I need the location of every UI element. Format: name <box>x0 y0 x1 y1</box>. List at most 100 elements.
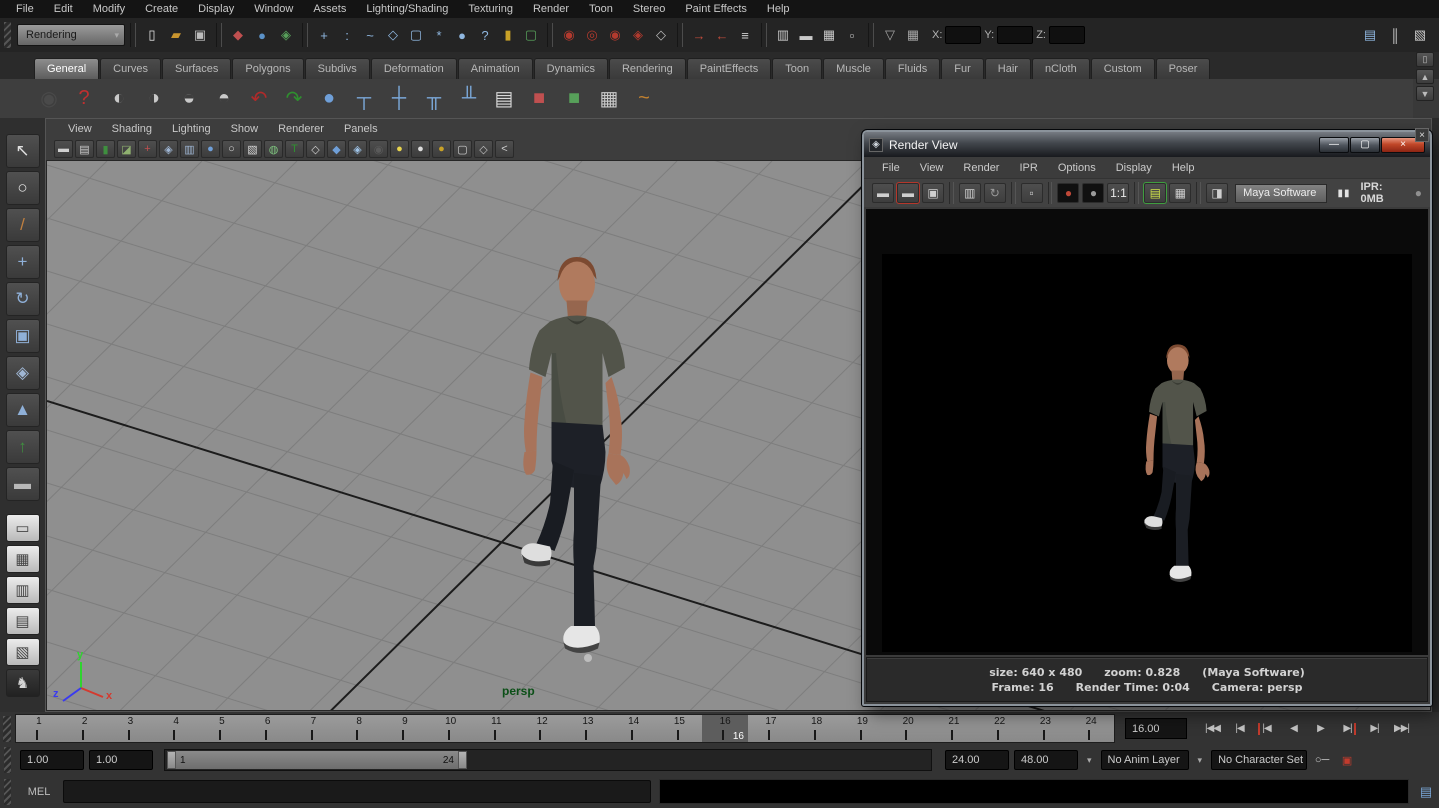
paint-select-tool[interactable]: / <box>6 208 40 242</box>
image-plane-icon[interactable]: ◪ <box>117 140 136 158</box>
render-view-menu-item[interactable]: View <box>910 162 954 174</box>
z-field[interactable] <box>1049 26 1085 44</box>
timeline-frame[interactable]: 16 16 <box>702 715 748 742</box>
selection-arrow-icon[interactable]: ▽ <box>879 24 901 46</box>
xray-icon[interactable]: ◇ <box>474 140 493 158</box>
play-forward-button[interactable]: ▶ <box>1309 719 1332 739</box>
shelf-tab[interactable]: Subdivs <box>305 58 370 79</box>
isolate-select-icon[interactable]: ▢ <box>453 140 472 158</box>
timeline-frame[interactable]: 2 2 <box>62 715 108 742</box>
drag-grip[interactable] <box>4 779 11 805</box>
ratio-1-1-icon[interactable]: 1:1 <box>1107 183 1129 203</box>
shelf-tab[interactable]: Hair <box>985 58 1031 79</box>
group-separator[interactable] <box>761 23 767 47</box>
menu-item[interactable]: Toon <box>579 3 623 15</box>
ipr-render-icon[interactable]: ▥ <box>959 183 981 203</box>
render-view-menu-item[interactable]: Options <box>1048 162 1106 174</box>
combine-mesh-icon[interactable]: ▦ <box>594 84 624 114</box>
timeline-frame[interactable]: 21 21 <box>931 715 977 742</box>
cube-outline-icon[interactable]: ◇ <box>306 140 325 158</box>
camera-attributes-icon[interactable]: ▤ <box>75 140 94 158</box>
frame-ruler[interactable]: 1 1 2 2 3 3 4 4 5 5 6 6 <box>15 714 1115 743</box>
playback-end-field[interactable]: 24.00 <box>945 750 1009 770</box>
timeline-frame[interactable]: 17 17 <box>748 715 794 742</box>
timeline-frame[interactable]: 15 15 <box>657 715 703 742</box>
viewport-menu-item[interactable]: Lighting <box>162 123 221 135</box>
snap-to-point-icon[interactable]: ◉ <box>604 24 626 46</box>
undo-icon[interactable]: ↶ <box>244 84 274 114</box>
shaded-sphere-icon[interactable]: ● <box>201 140 220 158</box>
show-manipulator-tool[interactable]: ↑ <box>6 430 40 464</box>
select-rendering-icon[interactable]: ● <box>451 24 473 46</box>
resolution-gate-icon[interactable]: ○ <box>222 140 241 158</box>
render-frame-icon[interactable]: ▬ <box>872 183 894 203</box>
light-all-icon[interactable]: ● <box>390 140 409 158</box>
camera-dolly-icon[interactable]: ◓ <box>209 84 239 114</box>
animation-end-field[interactable]: 48.00 <box>1014 750 1078 770</box>
y-field[interactable] <box>997 26 1033 44</box>
ipr-render-icon[interactable]: ▦ <box>818 24 840 46</box>
rgb-channels-icon[interactable]: ● <box>1057 183 1079 203</box>
share-nodes-icon[interactable]: < <box>495 140 514 158</box>
film-gate-icon[interactable]: ▥ <box>180 140 199 158</box>
shelf-tab[interactable]: Fluids <box>885 58 940 79</box>
single-pane-layout-button[interactable]: ▭ <box>6 514 40 542</box>
rotate-tool[interactable]: ↻ <box>6 282 40 316</box>
default-material-icon[interactable]: ◍ <box>264 140 283 158</box>
shelf-tab[interactable]: Toon <box>772 58 822 79</box>
group-separator[interactable] <box>216 23 222 47</box>
timeline-frame[interactable]: 12 12 <box>519 715 565 742</box>
joint-tool-icon[interactable]: ┬ <box>349 84 379 114</box>
timeline-frame[interactable]: 13 13 <box>565 715 611 742</box>
render-view-menu-item[interactable]: IPR <box>1009 162 1047 174</box>
character-set-selector[interactable]: No Character Set <box>1211 750 1307 770</box>
render-view-menu-item[interactable]: Render <box>953 162 1009 174</box>
tool-settings-icon[interactable]: ║ <box>1384 24 1406 46</box>
highlight-selection-icon[interactable]: ▢ <box>520 24 542 46</box>
timeline-frame[interactable]: 3 3 <box>108 715 154 742</box>
make-live-icon[interactable]: ◇ <box>650 24 672 46</box>
go-to-start-button[interactable]: |◀◀ <box>1201 719 1224 739</box>
select-misc-icon[interactable]: ? <box>474 24 496 46</box>
keep-image-icon[interactable]: ◨ <box>1206 183 1228 203</box>
menu-item[interactable]: Texturing <box>458 3 523 15</box>
x-field[interactable] <box>945 26 981 44</box>
wireframe-on-shaded-icon[interactable]: ▧ <box>243 140 262 158</box>
shelf-tab[interactable]: Polygons <box>232 58 303 79</box>
maximize-button[interactable]: ▢ <box>1350 137 1380 153</box>
playback-start-field[interactable]: 1.00 <box>89 750 153 770</box>
refresh-icon[interactable]: ↻ <box>984 183 1006 203</box>
animation-start-field[interactable]: 1.00 <box>20 750 84 770</box>
playback-range-bar[interactable]: 1 24 <box>167 751 467 769</box>
command-input[interactable] <box>63 780 651 803</box>
last-tool-used-icon[interactable]: ▬ <box>6 467 40 501</box>
anim-layer-selector[interactable]: No Anim Layer <box>1101 750 1189 770</box>
select-component-icon[interactable]: ◈ <box>275 24 297 46</box>
shelf-tab[interactable]: Muscle <box>823 58 884 79</box>
light-selected-icon[interactable]: ● <box>432 140 451 158</box>
shelf-tab[interactable]: Deformation <box>371 58 457 79</box>
construction-history-icon[interactable]: ≡ <box>734 24 756 46</box>
render-view-menu-item[interactable]: Display <box>1106 162 1162 174</box>
snapshot-icon[interactable]: ▣ <box>922 183 944 203</box>
character-model[interactable] <box>521 257 630 653</box>
menu-item[interactable]: Stereo <box>623 3 675 15</box>
drag-grip[interactable] <box>4 22 11 48</box>
menu-item[interactable]: Paint Effects <box>675 3 757 15</box>
timeline-frame[interactable]: 8 8 <box>336 715 382 742</box>
step-forward-key-button[interactable]: ▶| <box>1336 719 1359 739</box>
new-scene-icon[interactable]: ▯ <box>141 24 163 46</box>
soft-mod-tool[interactable]: ▲ <box>6 393 40 427</box>
panel-close-icon[interactable]: × <box>1415 128 1429 142</box>
group-separator[interactable] <box>547 23 553 47</box>
render-view-menu-item[interactable]: Help <box>1162 162 1205 174</box>
checker-sphere-icon[interactable]: ◉ <box>369 140 388 158</box>
menu-item[interactable]: Render <box>523 3 579 15</box>
input-connections-icon[interactable]: → <box>688 24 710 46</box>
shelf-scroll-down-icon[interactable]: ▼ <box>1416 86 1434 101</box>
menu-item[interactable]: Assets <box>303 3 356 15</box>
select-object-shelf-icon[interactable]: ■ <box>524 84 554 114</box>
select-handles-icon[interactable]: + <box>313 24 335 46</box>
timeline-frame[interactable]: 7 7 <box>291 715 337 742</box>
timeline-frame[interactable]: 6 6 <box>245 715 291 742</box>
